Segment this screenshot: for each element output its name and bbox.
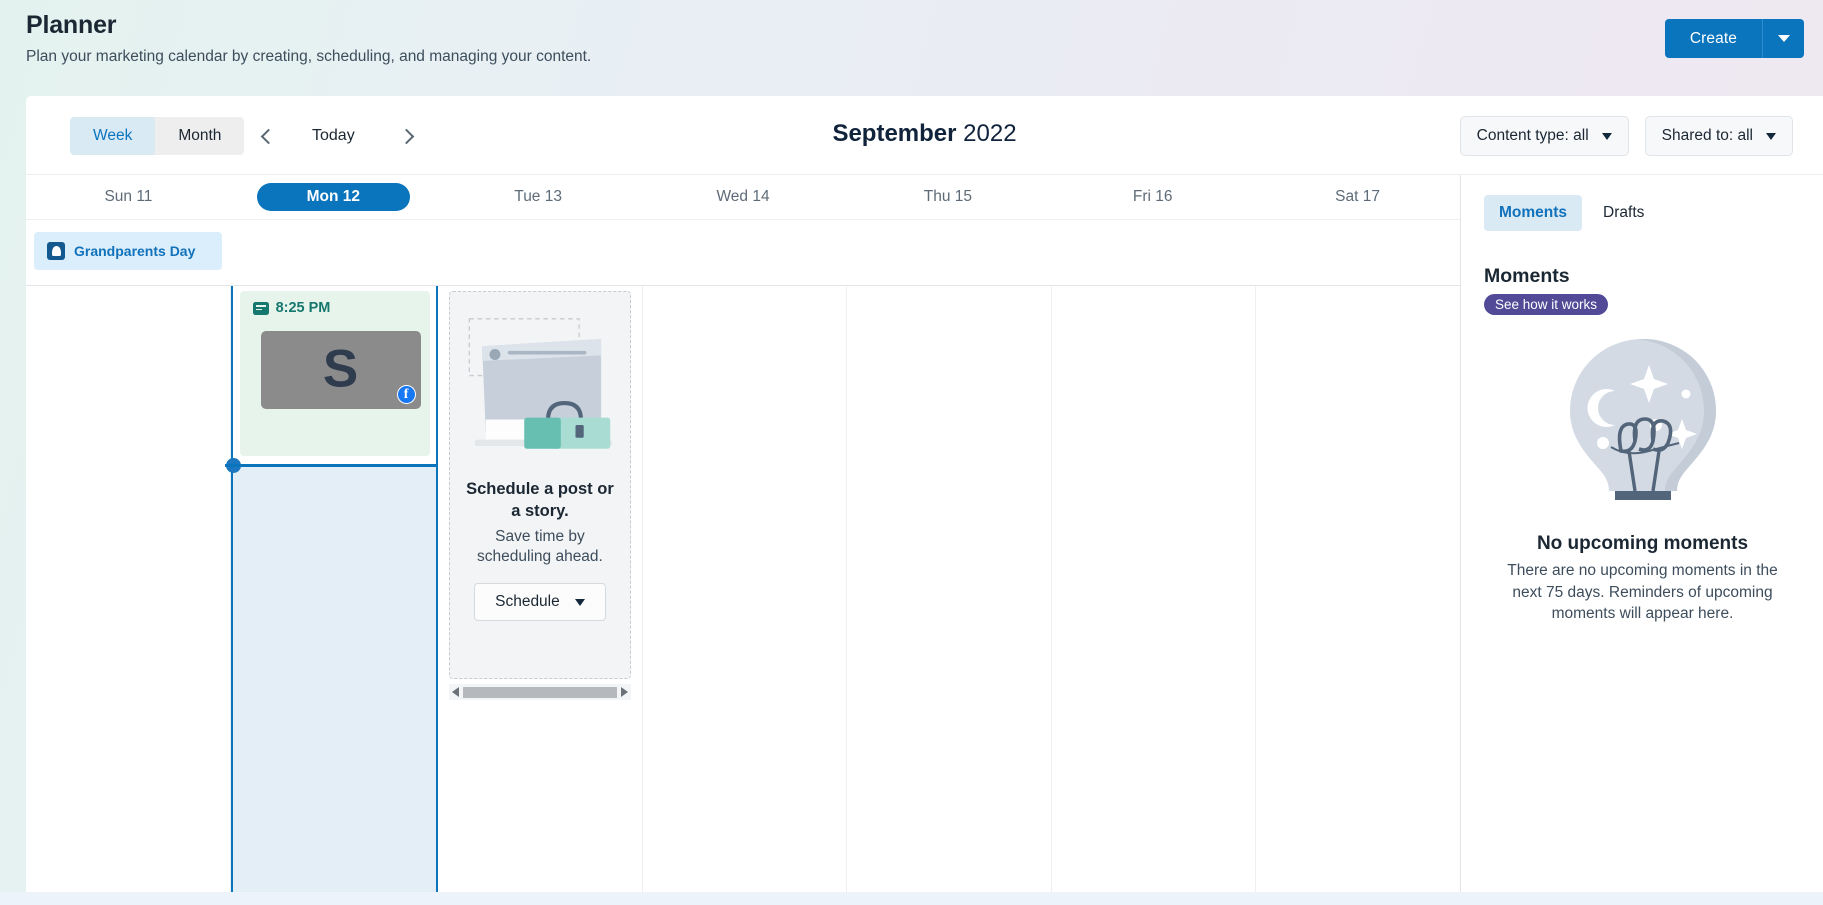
- page-title: Planner: [26, 11, 116, 40]
- post-time-row: 8:25 PM: [240, 291, 431, 316]
- chevron-down-icon: [1602, 133, 1612, 140]
- panel-tabs: Moments Drafts: [1462, 175, 1823, 231]
- chevron-down-icon: [575, 599, 585, 606]
- post-time-label: 8:25 PM: [276, 300, 331, 316]
- calendar-and-sidebar: Sun 11 Mon 12 Tue 13 Wed 14 Thu 15 Fri 1…: [26, 175, 1823, 905]
- promo-heading: Schedule a post or a story.: [462, 479, 618, 523]
- planner-app: Planner Plan your marketing calendar by …: [0, 0, 1823, 905]
- tab-drafts[interactable]: Drafts: [1588, 195, 1659, 231]
- day-header-tue[interactable]: Tue 13: [436, 175, 641, 220]
- day-header-sat[interactable]: Sat 17: [1255, 175, 1460, 220]
- day-column-thu[interactable]: [847, 286, 1052, 904]
- post-thumbnail: S f: [261, 331, 421, 409]
- day-column-sat[interactable]: [1256, 286, 1460, 904]
- filter-group: Content type: all Shared to: all: [1460, 116, 1793, 156]
- day-column-sun[interactable]: [26, 286, 231, 904]
- schedule-button[interactable]: Schedule: [474, 583, 606, 621]
- panel-title: Moments: [1462, 231, 1823, 288]
- empty-state-title: No upcoming moments: [1462, 532, 1823, 556]
- lightbulb-night-illustration: [1462, 331, 1823, 516]
- all-day-row: Grandparents Day: [26, 220, 1460, 286]
- promo-horizontal-scrollbar[interactable]: [449, 684, 631, 700]
- create-dropdown-button[interactable]: [1762, 19, 1804, 58]
- day-column-fri[interactable]: [1052, 286, 1257, 904]
- laptop-toolbox-illustration: [462, 302, 618, 472]
- year-label: 2022: [963, 120, 1016, 147]
- day-header-thu[interactable]: Thu 15: [845, 175, 1050, 220]
- day-header-sun[interactable]: Sun 11: [26, 175, 231, 220]
- day-header-mon[interactable]: Mon 12: [231, 175, 436, 220]
- bottom-bar: [0, 892, 1823, 905]
- week-calendar: Sun 11 Mon 12 Tue 13 Wed 14 Thu 15 Fri 1…: [26, 175, 1461, 905]
- day-header-mon-chip: Mon 12: [257, 183, 410, 211]
- day-column-mon[interactable]: 8:25 PM S f: [231, 286, 439, 904]
- tab-moments[interactable]: Moments: [1484, 195, 1582, 231]
- schedule-promo-card: Schedule a post or a story. Save time by…: [449, 291, 631, 679]
- current-time-line: [225, 464, 437, 467]
- post-icon: [253, 302, 269, 315]
- day-header-row: Sun 11 Mon 12 Tue 13 Wed 14 Thu 15 Fri 1…: [26, 175, 1460, 220]
- arrow-left-icon[interactable]: [452, 687, 459, 697]
- post-thumbnail-letter: S: [261, 338, 421, 399]
- schedule-button-label: Schedule: [495, 593, 560, 611]
- create-button[interactable]: Create: [1665, 19, 1762, 58]
- chevron-down-icon: [1778, 35, 1790, 42]
- content-type-filter-label: Content type: all: [1477, 127, 1589, 145]
- day-column-tue[interactable]: Schedule a post or a story. Save time by…: [438, 286, 643, 904]
- calendar-grid: 8:25 PM S f: [26, 286, 1460, 904]
- content-type-filter[interactable]: Content type: all: [1460, 116, 1629, 156]
- shared-to-filter[interactable]: Shared to: all: [1645, 116, 1793, 156]
- scrollbar-thumb[interactable]: [463, 687, 617, 698]
- month-label: September: [832, 120, 956, 147]
- planner-card: Week Month Today September 2022 Content …: [26, 96, 1823, 905]
- create-button-group: Create: [1665, 19, 1804, 58]
- facebook-icon: f: [397, 385, 416, 404]
- calendar-toolbar: Week Month Today September 2022 Content …: [26, 96, 1823, 175]
- day-header-wed[interactable]: Wed 14: [641, 175, 846, 220]
- empty-state-body: There are no upcoming moments in the nex…: [1462, 560, 1823, 624]
- page-header: Planner Plan your marketing calendar by …: [0, 0, 1823, 96]
- holiday-chip[interactable]: Grandparents Day: [34, 232, 222, 270]
- see-how-it-works-badge[interactable]: See how it works: [1484, 294, 1608, 315]
- facebook-glyph: f: [398, 386, 415, 403]
- holiday-bell-icon: [47, 242, 65, 260]
- scheduled-post-card[interactable]: 8:25 PM S f: [240, 291, 431, 456]
- day-header-fri[interactable]: Fri 16: [1050, 175, 1255, 220]
- chevron-down-icon: [1766, 133, 1776, 140]
- arrow-right-icon[interactable]: [621, 687, 628, 697]
- holiday-label: Grandparents Day: [74, 243, 195, 259]
- promo-body: Save time by scheduling ahead.: [462, 527, 618, 568]
- shared-to-filter-label: Shared to: all: [1662, 127, 1753, 145]
- moments-panel: Moments Drafts Moments See how it works: [1462, 175, 1823, 905]
- page-subtitle: Plan your marketing calendar by creating…: [26, 48, 591, 66]
- day-column-wed[interactable]: [643, 286, 848, 904]
